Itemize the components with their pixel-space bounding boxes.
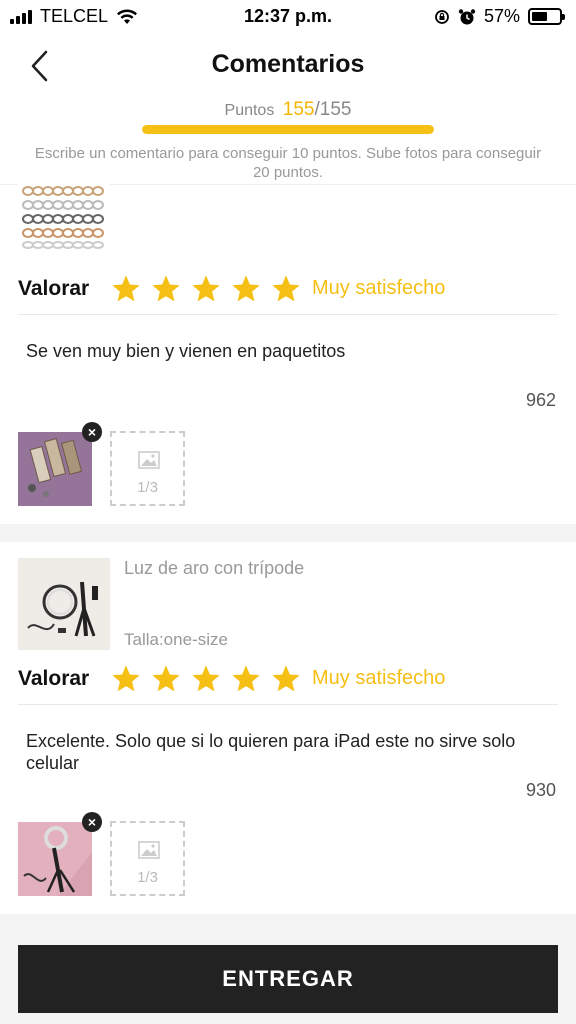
- star-icon[interactable]: [190, 273, 222, 305]
- points-progress-fill: [142, 125, 434, 134]
- star-icon[interactable]: [230, 273, 262, 305]
- alarm-icon: [458, 8, 476, 24]
- product-thumbnail[interactable]: [18, 558, 110, 650]
- product-image: [22, 186, 104, 249]
- char-count: 930: [525, 780, 556, 800]
- rotation-lock-icon: [435, 9, 449, 24]
- points-row: Puntos 155/155: [0, 99, 576, 121]
- status-bar: TELCEL 12:37 p.m. 57%: [0, 0, 576, 34]
- remove-photo-button[interactable]: ×: [82, 812, 102, 832]
- comment-input[interactable]: Se ven muy bien y vienen en paquetitos: [26, 340, 546, 362]
- char-count: 962: [525, 390, 556, 410]
- uploaded-photo[interactable]: [18, 822, 92, 896]
- photo-counter: 1/3: [137, 869, 158, 886]
- product-name: Luz de aro con trípode: [124, 558, 305, 578]
- star-rating[interactable]: [110, 663, 302, 695]
- uploaded-photo-image: [18, 822, 92, 896]
- uploaded-photo-image: [18, 432, 92, 506]
- review-card-1: Valorar Muy satisfecho Se ven muy bien y…: [0, 165, 576, 524]
- battery-percent: 57%: [483, 6, 520, 26]
- review-card-2: Luz de aro con trípode Talla:one-size Va…: [0, 542, 576, 914]
- photo-counter: 1/3: [137, 479, 158, 496]
- star-icon[interactable]: [270, 663, 302, 695]
- star-icon[interactable]: [190, 663, 222, 695]
- star-icon[interactable]: [110, 663, 142, 695]
- section-separator: [0, 524, 576, 542]
- product-size: Talla:one-size: [124, 630, 228, 649]
- star-icon[interactable]: [150, 663, 182, 695]
- rating-row: Valorar Muy satisfecho: [18, 659, 558, 705]
- rating-label: Valorar: [18, 277, 90, 300]
- product-image: [18, 558, 110, 650]
- points-current: 155: [282, 99, 315, 120]
- battery-icon: [528, 8, 565, 25]
- rating-row: Valorar Muy satisfecho: [18, 269, 558, 315]
- star-rating[interactable]: [110, 273, 302, 305]
- rating-text: Muy satisfecho: [312, 667, 446, 689]
- points-label: Puntos: [224, 102, 275, 119]
- comment-input[interactable]: Excelente. Solo que si lo quieren para i…: [26, 730, 546, 774]
- submit-button[interactable]: ENTREGAR: [18, 945, 558, 1013]
- star-icon[interactable]: [150, 273, 182, 305]
- add-photo-button[interactable]: 1/3: [110, 821, 185, 896]
- add-photo-button[interactable]: 1/3: [110, 431, 185, 506]
- star-icon[interactable]: [110, 273, 142, 305]
- header: Comentarios: [0, 34, 576, 96]
- remove-photo-button[interactable]: ×: [82, 422, 102, 442]
- points-progress-bar: [142, 125, 434, 134]
- star-icon[interactable]: [270, 273, 302, 305]
- product-thumbnail[interactable]: [18, 165, 110, 261]
- battery-fill: [532, 12, 547, 21]
- image-placeholder-icon: [138, 841, 160, 859]
- status-right: 57%: [434, 6, 565, 27]
- uploaded-photo[interactable]: [18, 432, 92, 506]
- points-max: 155: [319, 99, 352, 120]
- rating-label: Valorar: [18, 667, 90, 690]
- page-title: Comentarios: [211, 50, 365, 78]
- rating-text: Muy satisfecho: [312, 277, 446, 299]
- image-placeholder-icon: [138, 451, 160, 469]
- star-icon[interactable]: [230, 663, 262, 695]
